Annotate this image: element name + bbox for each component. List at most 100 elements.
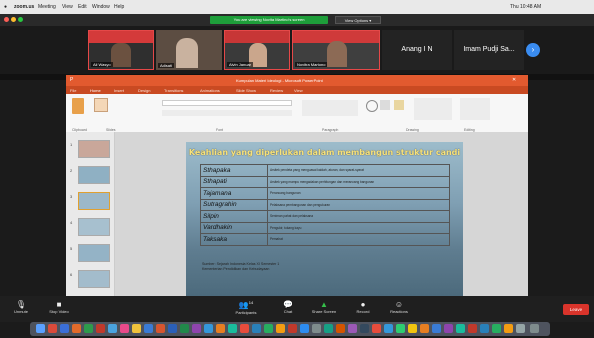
video-tile[interactable]: Ali Wasyo: [88, 30, 154, 70]
app-icon[interactable]: [312, 324, 321, 333]
arrange-icon[interactable]: [380, 100, 390, 110]
powerpoint-icon[interactable]: [156, 324, 165, 333]
slide-thumbnail[interactable]: [78, 166, 110, 184]
desc-cell: Pengukir, tukang kayu: [267, 221, 450, 234]
app-icon[interactable]: [96, 324, 105, 333]
slide-number: 1: [70, 142, 73, 147]
app-icon[interactable]: [444, 324, 453, 333]
view-options-button[interactable]: View Options ▾: [335, 16, 381, 24]
chevron-right-icon[interactable]: ›: [526, 43, 540, 57]
video-tile[interactable]: Novitra Martono: [292, 30, 380, 70]
slide-thumbnail-active[interactable]: [78, 192, 110, 210]
tab-file[interactable]: File: [70, 88, 76, 93]
app-icon[interactable]: [216, 324, 225, 333]
app-icon[interactable]: [372, 324, 381, 333]
quick-styles-icon[interactable]: [394, 100, 404, 110]
tab-insert[interactable]: Insert: [114, 88, 124, 93]
video-tile[interactable]: Adisati: [156, 30, 222, 70]
excel-icon[interactable]: [180, 324, 189, 333]
mute-button[interactable]: 🎙 Unmute: [6, 300, 36, 314]
table-row: Sthapati Arsitek yang mampu mengadakan pe…: [200, 175, 450, 188]
participants-button[interactable]: 👥14 Participants: [228, 300, 264, 315]
font-select[interactable]: [162, 100, 292, 106]
app-icon[interactable]: [228, 324, 237, 333]
menu-window[interactable]: Window: [92, 4, 110, 10]
app-icon[interactable]: [504, 324, 513, 333]
tab-transitions[interactable]: Transitions: [164, 88, 183, 93]
leave-button[interactable]: Leave: [563, 304, 589, 315]
tab-view[interactable]: View: [294, 88, 303, 93]
word-icon[interactable]: [168, 324, 177, 333]
chat-button[interactable]: 💬 Chat: [276, 300, 300, 314]
app-icon[interactable]: [480, 324, 489, 333]
ppt-close-icon[interactable]: ✕: [512, 77, 516, 83]
app-icon[interactable]: [396, 324, 405, 333]
app-icon[interactable]: [48, 324, 57, 333]
app-icon[interactable]: [360, 324, 369, 333]
finder-icon[interactable]: [36, 324, 45, 333]
app-icon[interactable]: [348, 324, 357, 333]
tab-slideshow[interactable]: Slide Show: [236, 88, 256, 93]
menu-help[interactable]: Help: [114, 4, 124, 10]
app-icon[interactable]: [516, 324, 525, 333]
share-screen-icon: ▲: [320, 300, 328, 309]
tab-home[interactable]: Home: [90, 88, 101, 93]
tab-design[interactable]: Design: [138, 88, 150, 93]
reactions-button[interactable]: ☺ Reactions: [384, 300, 414, 314]
video-button[interactable]: ■ Stop Video: [42, 300, 76, 314]
tab-review[interactable]: Review: [270, 88, 283, 93]
app-icon[interactable]: [252, 324, 261, 333]
menu-edit[interactable]: Edit: [78, 4, 87, 10]
app-icon[interactable]: [120, 324, 129, 333]
app-icon[interactable]: [456, 324, 465, 333]
app-icon[interactable]: [84, 324, 93, 333]
app-icon[interactable]: [408, 324, 417, 333]
term-cell: Vardhakin: [200, 221, 268, 234]
footnote-line: Kementerian Pendidikan dan Kebudayaan: [202, 267, 270, 271]
participants-label: Participants: [235, 309, 257, 315]
participant-name-tile[interactable]: Anang I N: [382, 30, 452, 70]
apple-icon[interactable]: ●: [4, 4, 7, 10]
zoom-icon[interactable]: [300, 324, 309, 333]
app-icon[interactable]: [432, 324, 441, 333]
share-screen-button[interactable]: ▲ Share Screen: [306, 300, 342, 314]
trash-icon[interactable]: [530, 324, 539, 333]
slide-thumbnail[interactable]: [78, 270, 110, 288]
shapes-icon[interactable]: [366, 100, 378, 112]
zoom-window-icon[interactable]: [18, 17, 23, 22]
menu-view[interactable]: View: [62, 4, 73, 10]
paste-icon[interactable]: [72, 98, 84, 114]
app-icon[interactable]: [384, 324, 393, 333]
close-icon[interactable]: [4, 17, 9, 22]
app-icon[interactable]: [204, 324, 213, 333]
slide-thumbnail[interactable]: [78, 140, 110, 158]
app-icon[interactable]: [420, 324, 429, 333]
table-row: Vardhakin Pengukir, tukang kayu: [200, 221, 450, 234]
record-button[interactable]: ● Record: [350, 300, 376, 314]
slide-thumbnail[interactable]: [78, 218, 110, 236]
app-icon[interactable]: [336, 324, 345, 333]
video-tile[interactable]: Alvin Januar: [224, 30, 290, 70]
tab-animations[interactable]: Animations: [200, 88, 220, 93]
app-icon[interactable]: [288, 324, 297, 333]
minimize-icon[interactable]: [11, 17, 16, 22]
app-icon[interactable]: [276, 324, 285, 333]
app-icon[interactable]: [324, 324, 333, 333]
app-icon[interactable]: [144, 324, 153, 333]
app-icon[interactable]: [492, 324, 501, 333]
app-icon[interactable]: [132, 324, 141, 333]
app-icon[interactable]: [240, 324, 249, 333]
table-row: Sthapaka Arsitek pendeta yang menguasai k…: [200, 164, 450, 177]
app-icon[interactable]: [264, 324, 273, 333]
new-slide-icon[interactable]: [94, 98, 108, 112]
app-icon[interactable]: [108, 324, 117, 333]
menu-meeting[interactable]: Meeting: [38, 4, 56, 10]
chat-label: Chat: [283, 309, 293, 314]
app-menu[interactable]: zoom.us: [14, 4, 34, 10]
app-icon[interactable]: [192, 324, 201, 333]
app-icon[interactable]: [60, 324, 69, 333]
participant-name-tile[interactable]: Imam Pudji Sa...: [454, 30, 524, 70]
slide-thumbnail[interactable]: [78, 244, 110, 262]
app-icon[interactable]: [72, 324, 81, 333]
app-icon[interactable]: [468, 324, 477, 333]
